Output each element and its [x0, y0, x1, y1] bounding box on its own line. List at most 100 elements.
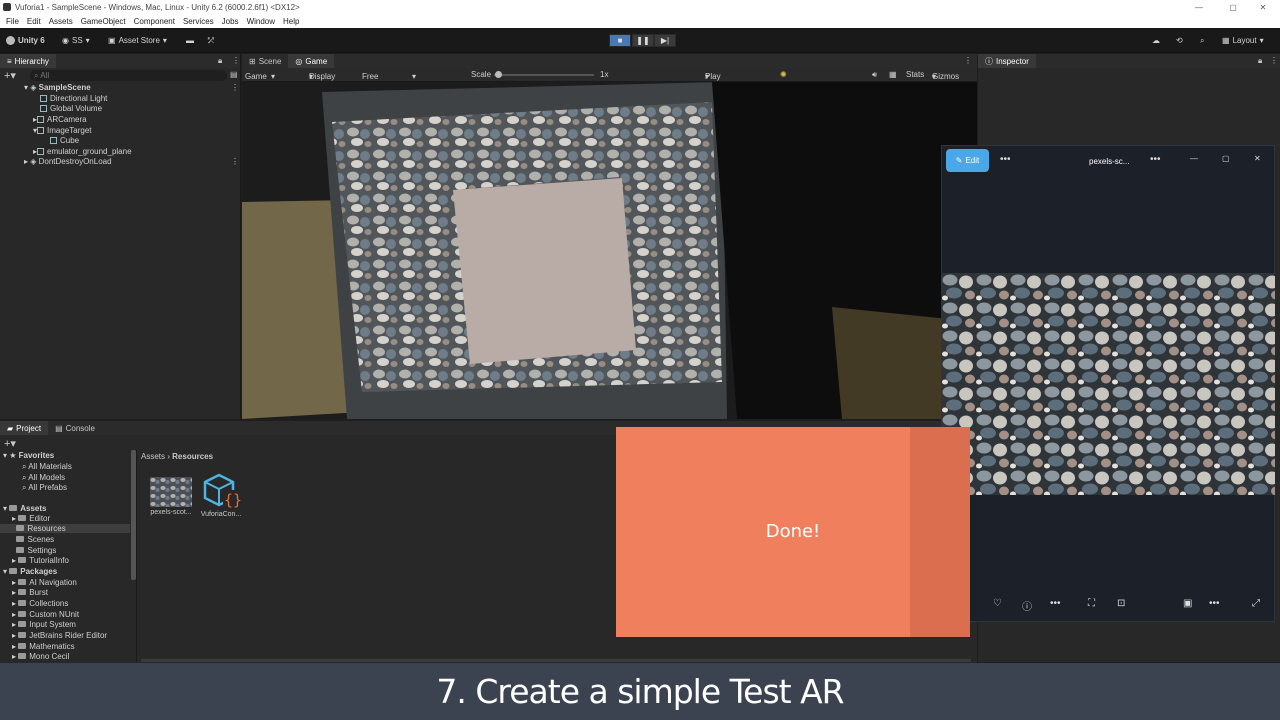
- more-icon[interactable]: •••: [1209, 598, 1220, 609]
- crop-icon[interactable]: ⛶: [1088, 598, 1095, 609]
- more-icon[interactable]: ⋮: [231, 83, 239, 92]
- step-button[interactable]: ▶|: [654, 34, 676, 47]
- package-item[interactable]: ▸ Mathematics: [12, 642, 75, 651]
- slideshow-icon[interactable]: ▣: [1183, 598, 1192, 609]
- account-button[interactable]: ◉ SS ▾: [62, 34, 90, 47]
- add-button[interactable]: +▾: [4, 437, 16, 450]
- more-icon[interactable]: ⋮: [1270, 56, 1278, 65]
- asset-folder-item[interactable]: Resources: [0, 524, 130, 533]
- heart-icon[interactable]: ♡: [993, 598, 1002, 609]
- asset-store-button[interactable]: ▣ Asset Store ▾: [108, 34, 167, 47]
- add-button[interactable]: +▾: [4, 69, 16, 82]
- more-icon[interactable]: •••: [1150, 154, 1161, 165]
- assets-header[interactable]: ▾ Assets: [3, 504, 47, 513]
- lock-icon[interactable]: 🔒︎: [218, 56, 222, 66]
- menu-assets[interactable]: Assets: [49, 17, 73, 26]
- edit-button[interactable]: ✎ Edit: [946, 149, 989, 172]
- favorite-item[interactable]: ⌕ All Materials: [22, 462, 72, 472]
- asset-folder-item[interactable]: Settings: [12, 546, 56, 555]
- step-icon: ▶|: [660, 36, 670, 45]
- breadcrumb-resources[interactable]: Resources: [172, 452, 213, 461]
- tree-item-imagetarget[interactable]: ▾ ImageTarget: [33, 126, 91, 135]
- minimize-icon[interactable]: —: [1190, 154, 1198, 163]
- bottom-scrollbar[interactable]: [141, 659, 971, 662]
- audio-icon[interactable]: 🔊︎: [872, 70, 877, 80]
- play-button[interactable]: ■: [609, 34, 631, 47]
- breadcrumb-assets[interactable]: Assets: [141, 452, 165, 461]
- tree-item-dontdestroyonload[interactable]: ▸ ◈ DontDestroyOnLoad: [24, 157, 112, 166]
- fullscreen-icon[interactable]: ⤢: [1252, 598, 1260, 609]
- tools-button[interactable]: ⤱: [208, 34, 214, 47]
- tree-scrollbar[interactable]: [131, 450, 136, 580]
- cloud-account-icon: ◉: [62, 36, 69, 45]
- menu-services[interactable]: Services: [183, 17, 214, 26]
- more-icon[interactable]: •••: [1000, 154, 1011, 165]
- tab-inspector[interactable]: ⓘ Inspector: [978, 54, 1036, 68]
- version-control-button[interactable]: ▬: [186, 34, 194, 47]
- package-item[interactable]: ▸ Burst: [12, 588, 48, 597]
- pause-button[interactable]: ❚❚: [632, 34, 654, 47]
- tree-item-ground-plane[interactable]: ▸ emulator_ground_plane: [33, 147, 132, 156]
- package-item[interactable]: ▸ Custom NUnit: [12, 610, 79, 619]
- unity-scene-icon: ▸ ◈: [24, 157, 39, 166]
- hierarchy-search[interactable]: ⌕ All: [30, 70, 227, 81]
- favorite-item[interactable]: ⌕ All Models: [22, 473, 65, 483]
- menu-help[interactable]: Help: [283, 17, 299, 26]
- package-item[interactable]: ▸ Input System: [12, 620, 76, 629]
- close-icon[interactable]: ✕: [1246, 0, 1280, 15]
- version-control-icon: ▬: [186, 36, 194, 45]
- tree-item-light[interactable]: Directional Light: [40, 94, 107, 103]
- tree-item-cube[interactable]: Cube: [50, 136, 79, 145]
- menu-edit[interactable]: Edit: [27, 17, 41, 26]
- menu-gameobject[interactable]: GameObject: [81, 17, 126, 26]
- tree-item-samplescene[interactable]: ▾ ◈ SampleScene: [24, 83, 91, 92]
- package-item[interactable]: ▸ Collections: [12, 599, 68, 608]
- package-item[interactable]: ▸ Mono Cecil: [12, 652, 69, 661]
- more-icon[interactable]: ⋮: [232, 56, 240, 65]
- asset-folder-item[interactable]: ▸ TutorialInfo: [12, 556, 69, 565]
- stats-button[interactable]: Stats: [906, 70, 924, 79]
- tab-scene[interactable]: ⊞ Scene: [242, 54, 288, 68]
- minimize-icon[interactable]: —: [1182, 0, 1216, 15]
- sun-icon[interactable]: ✺: [780, 70, 787, 79]
- menu-window[interactable]: Window: [247, 17, 275, 26]
- menu-file[interactable]: File: [6, 17, 19, 26]
- favorites-header[interactable]: ▾ ★ Favorites: [3, 451, 54, 460]
- lock-icon[interactable]: 🔒︎: [1258, 56, 1262, 66]
- cloud-button[interactable]: ☁: [1152, 34, 1160, 47]
- package-item[interactable]: ▸ JetBrains Rider Editor: [12, 631, 107, 640]
- history-button[interactable]: ⟲: [1176, 34, 1183, 47]
- game-viewport[interactable]: [242, 82, 977, 419]
- scale-slider[interactable]: [494, 74, 594, 76]
- search-button[interactable]: ⌕: [1200, 34, 1204, 47]
- package-item[interactable]: ▸ AI Navigation: [12, 578, 77, 587]
- favorite-item[interactable]: ⌕ All Prefabs: [22, 483, 67, 493]
- tab-hierarchy[interactable]: ≡ Hierarchy: [0, 54, 56, 68]
- tab-console[interactable]: ▤ Console: [48, 421, 102, 435]
- chevron-down-icon: ▾: [412, 72, 417, 81]
- close-icon[interactable]: ✕: [1254, 154, 1261, 163]
- asset-folder-item[interactable]: ▸ Editor: [12, 514, 50, 523]
- tab-game[interactable]: ◎ Game: [288, 54, 335, 68]
- layout-dropdown[interactable]: ▦ Layout ▾: [1222, 34, 1264, 47]
- asset-file[interactable]: pexels-scot...: [148, 477, 194, 516]
- maximize-icon[interactable]: ▢: [1222, 154, 1230, 163]
- asset-folder-item[interactable]: Scenes: [12, 535, 54, 544]
- more-icon[interactable]: •••: [1050, 598, 1061, 609]
- tab-project[interactable]: ▰ Project: [0, 421, 49, 435]
- asset-file[interactable]: {} VuforiaCon...: [198, 473, 244, 518]
- more-icon[interactable]: ⋮: [231, 157, 239, 166]
- unity-version-button[interactable]: Unity 6: [6, 34, 45, 47]
- grid-icon[interactable]: ▦: [889, 70, 897, 79]
- packages-header[interactable]: ▾ Packages: [3, 567, 57, 576]
- more-icon[interactable]: ⋮: [964, 56, 972, 65]
- scale-slider-handle[interactable]: [495, 71, 502, 78]
- menu-jobs[interactable]: Jobs: [222, 17, 239, 26]
- tree-item-volume[interactable]: Global Volume: [40, 104, 102, 113]
- maximize-icon[interactable]: ▢: [1216, 0, 1250, 15]
- info-icon[interactable]: ⓘ: [1022, 598, 1032, 613]
- fit-icon[interactable]: ⊡: [1117, 598, 1125, 609]
- filter-icon[interactable]: ▤: [230, 70, 238, 79]
- tree-item-arcamera[interactable]: ▸ ARCamera: [33, 115, 87, 124]
- menu-component[interactable]: Component: [134, 17, 175, 26]
